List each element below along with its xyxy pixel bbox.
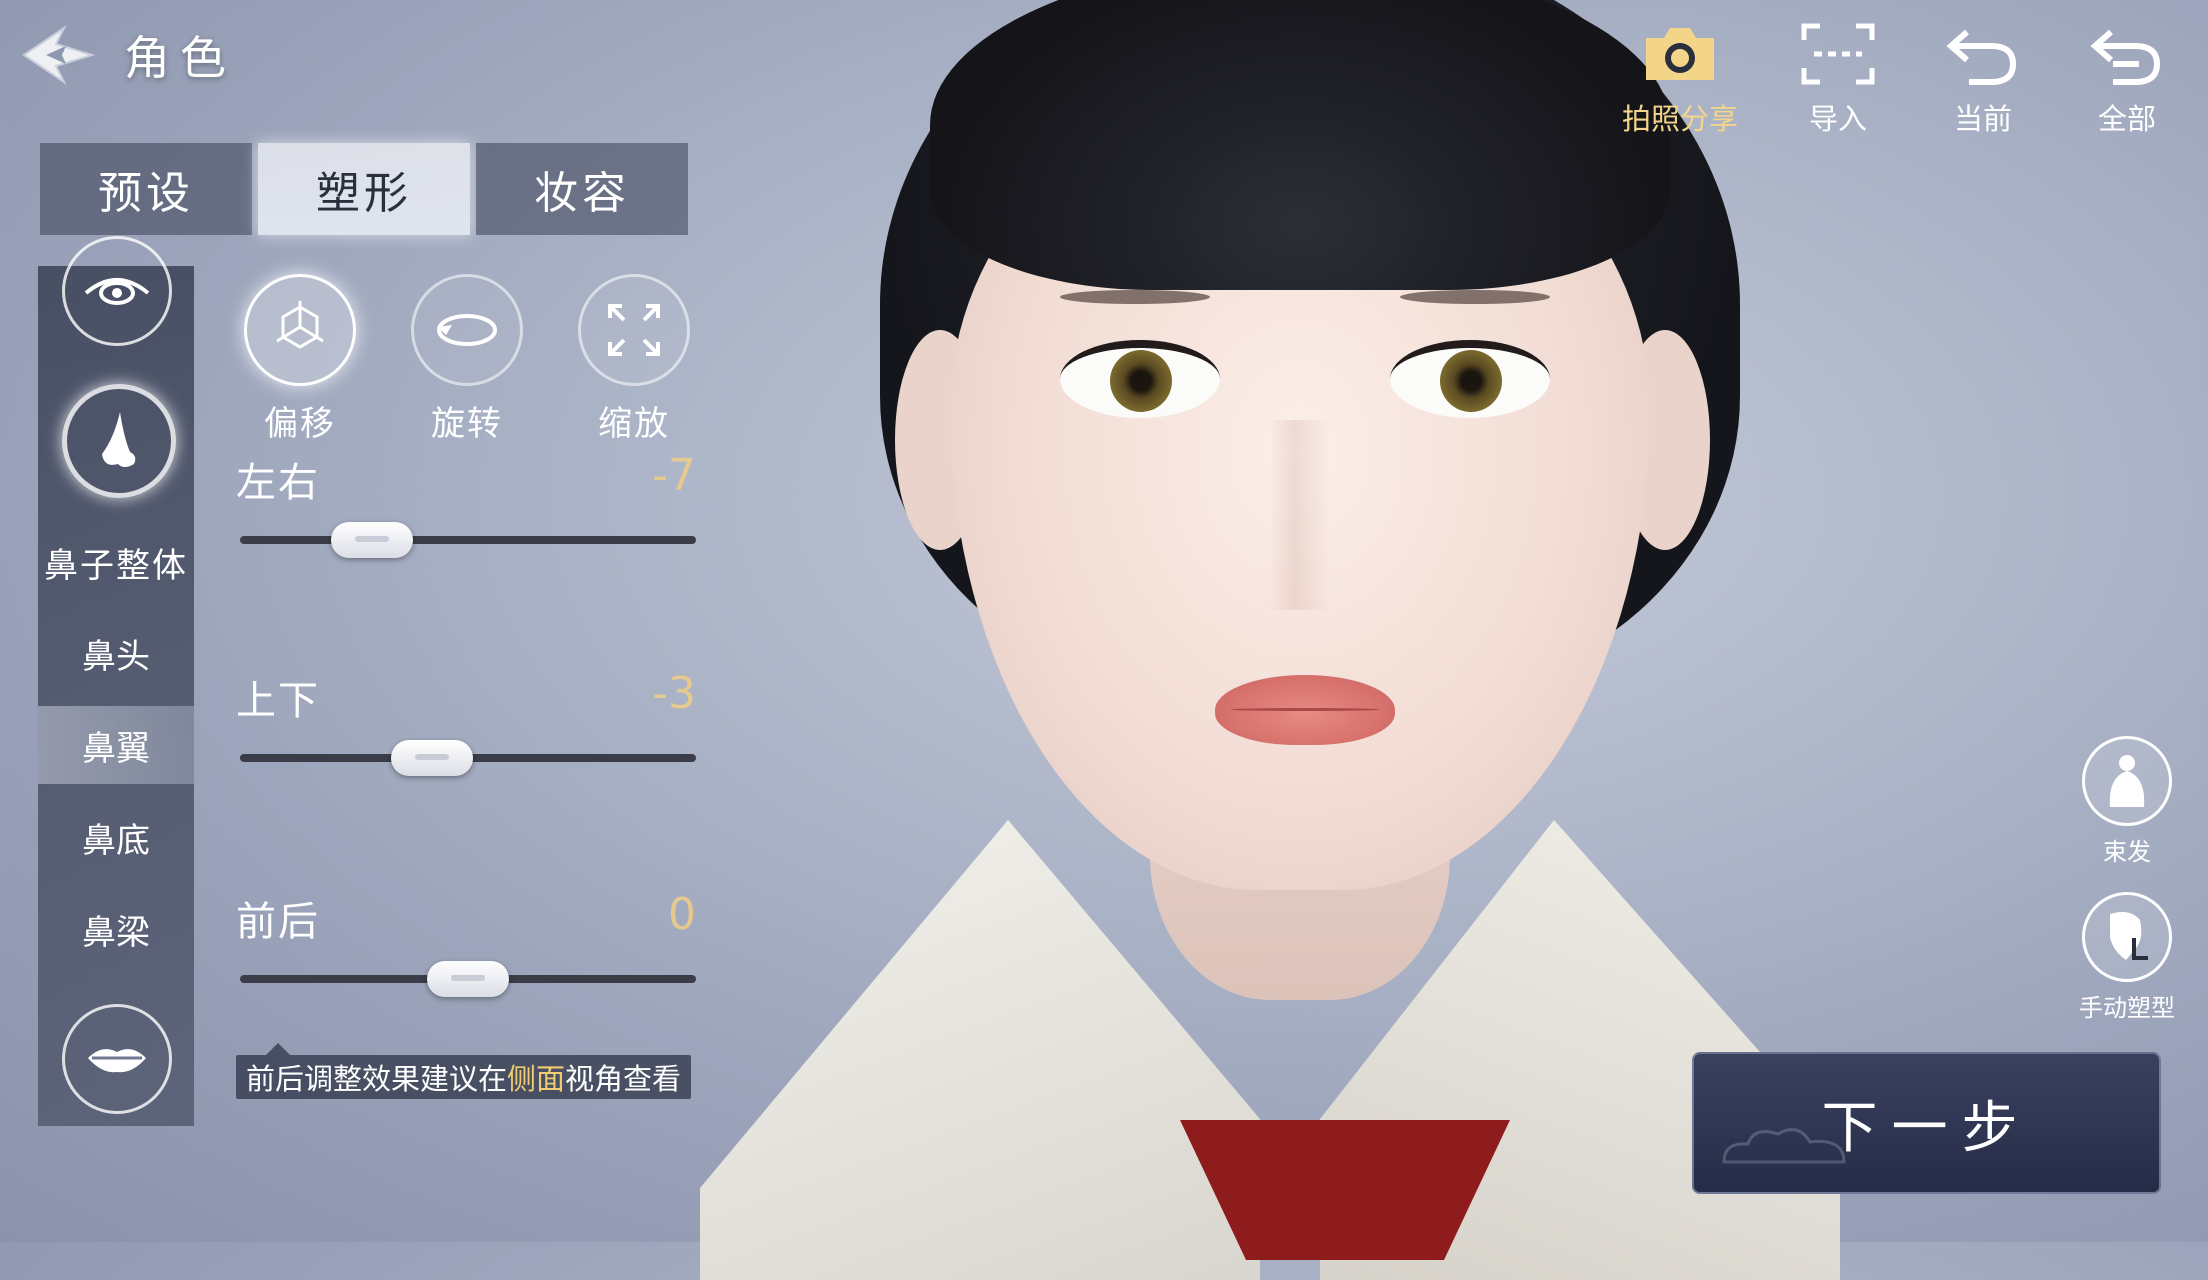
tab-makeup[interactable]: 妆容 bbox=[476, 143, 688, 235]
character-robe-right bbox=[1320, 820, 1840, 1280]
hair-tie-icon bbox=[2082, 736, 2172, 826]
tip-text-after: 视角查看 bbox=[565, 1062, 682, 1096]
undo-all-button[interactable]: 全部 bbox=[2062, 22, 2192, 138]
character-neck bbox=[1150, 640, 1450, 1000]
slider-label: 前后 bbox=[236, 899, 320, 945]
tab-sculpt[interactable]: 塑形 bbox=[258, 143, 470, 235]
header: 角色 bbox=[20, 20, 236, 90]
photo-share-label: 拍照分享 bbox=[1621, 102, 1738, 136]
mode-offset-label: 偏移 bbox=[264, 404, 336, 444]
import-scan-icon bbox=[1801, 23, 1875, 85]
character-face bbox=[950, 90, 1650, 890]
photo-share-button[interactable]: 拍照分享 bbox=[1615, 22, 1745, 138]
tip-tooltip: 前后调整效果建议在 侧面 视角查看 bbox=[236, 1043, 692, 1099]
tab-preset[interactable]: 预设 bbox=[40, 143, 252, 235]
character-eye-left bbox=[1060, 340, 1220, 418]
sidebar-item-nose-base[interactable]: 鼻底 bbox=[38, 798, 194, 876]
sidebar-item-nose-tip[interactable]: 鼻头 bbox=[38, 614, 194, 692]
slider-value: 0 bbox=[668, 889, 696, 940]
character-brow-right bbox=[1400, 290, 1550, 304]
import-button[interactable]: 导入 bbox=[1773, 22, 1903, 138]
mode-scale[interactable]: 缩放 bbox=[578, 274, 690, 445]
axis-3d-icon bbox=[244, 274, 356, 386]
slider-value: -3 bbox=[652, 668, 696, 719]
character-ear-left bbox=[895, 330, 985, 550]
character-hair bbox=[880, 0, 1740, 700]
page-title: 角色 bbox=[124, 31, 236, 85]
lips-icon[interactable] bbox=[62, 1004, 172, 1114]
undo-icon bbox=[1946, 29, 2017, 85]
scale-icon bbox=[578, 274, 690, 386]
nose-icon[interactable] bbox=[62, 384, 176, 498]
slider-label: 上下 bbox=[236, 678, 320, 724]
next-step-button[interactable]: 下一步 bbox=[1692, 1052, 2161, 1194]
tab-bar: 预设 塑形 妆容 bbox=[40, 143, 688, 235]
cloud-ornament-icon bbox=[1722, 1128, 1846, 1164]
hair-tie-label: 束发 bbox=[2103, 838, 2151, 866]
character-eye-right bbox=[1390, 340, 1550, 418]
mode-scale-label: 缩放 bbox=[598, 404, 670, 444]
tip-text-before: 前后调整效果建议在 bbox=[246, 1062, 508, 1096]
slider-value: -7 bbox=[652, 450, 696, 501]
import-label: 导入 bbox=[1808, 102, 1867, 136]
undo-all-icon bbox=[2090, 29, 2161, 85]
undo-current-button[interactable]: 当前 bbox=[1918, 22, 2048, 138]
slider-label: 左右 bbox=[236, 460, 320, 506]
manual-sculpt-button[interactable]: 手动塑型 bbox=[2057, 892, 2197, 1023]
undo-current-label: 当前 bbox=[1953, 102, 2012, 136]
mode-offset[interactable]: 偏移 bbox=[244, 274, 356, 445]
slider-track[interactable] bbox=[240, 536, 696, 544]
character-brow-left bbox=[1060, 290, 1210, 304]
character-nose bbox=[1270, 420, 1330, 610]
hair-tie-button[interactable]: 束发 bbox=[2057, 736, 2197, 867]
undo-all-label: 全部 bbox=[2097, 102, 2156, 136]
character-hair-top bbox=[930, 0, 1670, 290]
character-robe-left bbox=[700, 820, 1260, 1280]
character-lips bbox=[1215, 675, 1395, 745]
slider-knob[interactable] bbox=[390, 740, 473, 776]
mode-rotate[interactable]: 旋转 bbox=[411, 274, 523, 445]
slider-knob[interactable] bbox=[331, 522, 414, 558]
nose-whole-label: 鼻子整体 bbox=[44, 546, 188, 586]
feature-sidebar: 鼻子整体 鼻头 鼻翼 鼻底 鼻梁 bbox=[38, 236, 194, 1126]
mode-rotate-label: 旋转 bbox=[431, 404, 503, 444]
sidebar-item-nose-wing[interactable]: 鼻翼 bbox=[38, 706, 194, 784]
sidebar-item-nose-bridge[interactable]: 鼻梁 bbox=[38, 890, 194, 968]
transform-mode-selector: 偏移 旋转 缩放 bbox=[236, 274, 696, 444]
rotate-icon bbox=[411, 274, 523, 386]
manual-sculpt-label: 手动塑型 bbox=[2079, 994, 2175, 1022]
tip-text-highlight: 侧面 bbox=[507, 1062, 566, 1096]
eye-icon[interactable] bbox=[62, 236, 172, 346]
slider-knob[interactable] bbox=[427, 961, 509, 997]
character-robe-inner bbox=[1180, 1120, 1510, 1260]
camera-icon bbox=[1646, 28, 1714, 80]
back-arrow-icon[interactable] bbox=[20, 22, 98, 88]
manual-sculpt-icon bbox=[2082, 892, 2172, 982]
character-ear-right bbox=[1620, 330, 1710, 550]
